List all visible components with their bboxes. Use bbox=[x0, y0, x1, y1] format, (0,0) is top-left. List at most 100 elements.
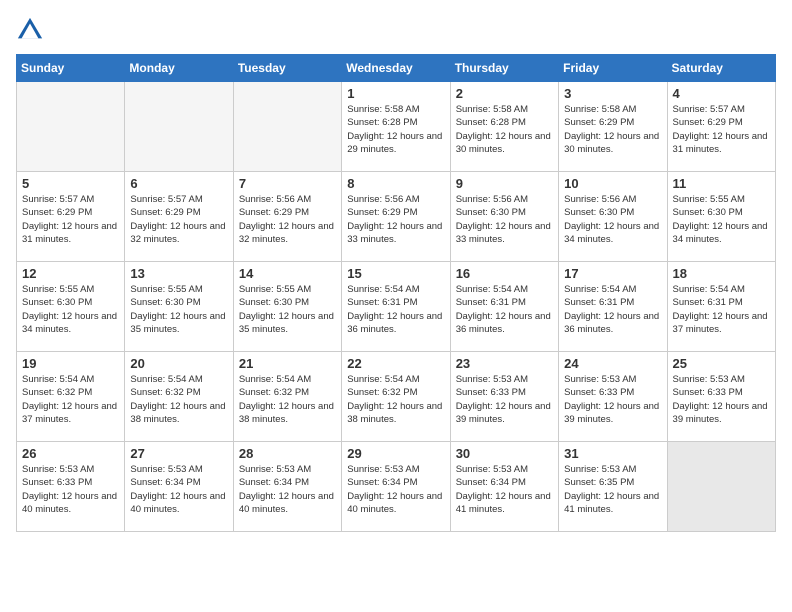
calendar-cell: 26 Sunrise: 5:53 AMSunset: 6:33 PMDayligh… bbox=[17, 442, 125, 532]
day-info: Sunrise: 5:53 AMSunset: 6:34 PMDaylight:… bbox=[130, 463, 227, 516]
day-number: 28 bbox=[239, 446, 336, 461]
day-info: Sunrise: 5:55 AMSunset: 6:30 PMDaylight:… bbox=[22, 283, 119, 336]
day-number: 29 bbox=[347, 446, 444, 461]
day-info: Sunrise: 5:58 AMSunset: 6:28 PMDaylight:… bbox=[456, 103, 553, 156]
calendar-cell bbox=[17, 82, 125, 172]
day-number: 24 bbox=[564, 356, 661, 371]
day-number: 22 bbox=[347, 356, 444, 371]
day-number: 20 bbox=[130, 356, 227, 371]
calendar-cell: 3 Sunrise: 5:58 AMSunset: 6:29 PMDaylight… bbox=[559, 82, 667, 172]
day-info: Sunrise: 5:54 AMSunset: 6:32 PMDaylight:… bbox=[130, 373, 227, 426]
day-number: 15 bbox=[347, 266, 444, 281]
day-number: 7 bbox=[239, 176, 336, 191]
calendar-cell: 20 Sunrise: 5:54 AMSunset: 6:32 PMDayligh… bbox=[125, 352, 233, 442]
calendar-header-row: SundayMondayTuesdayWednesdayThursdayFrid… bbox=[17, 55, 776, 82]
calendar-cell: 8 Sunrise: 5:56 AMSunset: 6:29 PMDaylight… bbox=[342, 172, 450, 262]
day-info: Sunrise: 5:53 AMSunset: 6:33 PMDaylight:… bbox=[22, 463, 119, 516]
weekday-header-wednesday: Wednesday bbox=[342, 55, 450, 82]
day-info: Sunrise: 5:54 AMSunset: 6:31 PMDaylight:… bbox=[673, 283, 770, 336]
calendar-cell: 2 Sunrise: 5:58 AMSunset: 6:28 PMDaylight… bbox=[450, 82, 558, 172]
day-info: Sunrise: 5:53 AMSunset: 6:33 PMDaylight:… bbox=[673, 373, 770, 426]
calendar-cell bbox=[667, 442, 775, 532]
calendar-cell: 19 Sunrise: 5:54 AMSunset: 6:32 PMDayligh… bbox=[17, 352, 125, 442]
calendar-cell: 23 Sunrise: 5:53 AMSunset: 6:33 PMDayligh… bbox=[450, 352, 558, 442]
logo bbox=[16, 16, 48, 44]
day-number: 6 bbox=[130, 176, 227, 191]
day-info: Sunrise: 5:53 AMSunset: 6:33 PMDaylight:… bbox=[564, 373, 661, 426]
day-number: 10 bbox=[564, 176, 661, 191]
page-header bbox=[16, 16, 776, 44]
day-info: Sunrise: 5:56 AMSunset: 6:30 PMDaylight:… bbox=[564, 193, 661, 246]
day-info: Sunrise: 5:56 AMSunset: 6:29 PMDaylight:… bbox=[347, 193, 444, 246]
day-info: Sunrise: 5:57 AMSunset: 6:29 PMDaylight:… bbox=[130, 193, 227, 246]
calendar-cell: 27Sunrise: 5:53 AMSunset: 6:34 PMDayligh… bbox=[125, 442, 233, 532]
calendar-cell: 31Sunrise: 5:53 AMSunset: 6:35 PMDayligh… bbox=[559, 442, 667, 532]
day-info: Sunrise: 5:54 AMSunset: 6:31 PMDaylight:… bbox=[564, 283, 661, 336]
day-info: Sunrise: 5:53 AMSunset: 6:34 PMDaylight:… bbox=[239, 463, 336, 516]
day-number: 1 bbox=[347, 86, 444, 101]
day-info: Sunrise: 5:54 AMSunset: 6:31 PMDaylight:… bbox=[347, 283, 444, 336]
calendar-cell: 5Sunrise: 5:57 AMSunset: 6:29 PMDaylight… bbox=[17, 172, 125, 262]
calendar-cell bbox=[125, 82, 233, 172]
day-info: Sunrise: 5:58 AMSunset: 6:29 PMDaylight:… bbox=[564, 103, 661, 156]
day-number: 3 bbox=[564, 86, 661, 101]
calendar-week-row: 1 Sunrise: 5:58 AMSunset: 6:28 PMDaylight… bbox=[17, 82, 776, 172]
day-info: Sunrise: 5:55 AMSunset: 6:30 PMDaylight:… bbox=[239, 283, 336, 336]
calendar-cell: 25 Sunrise: 5:53 AMSunset: 6:33 PMDayligh… bbox=[667, 352, 775, 442]
calendar-cell: 9Sunrise: 5:56 AMSunset: 6:30 PMDaylight… bbox=[450, 172, 558, 262]
calendar-cell: 29 Sunrise: 5:53 AMSunset: 6:34 PMDayligh… bbox=[342, 442, 450, 532]
day-number: 2 bbox=[456, 86, 553, 101]
day-info: Sunrise: 5:54 AMSunset: 6:32 PMDaylight:… bbox=[22, 373, 119, 426]
calendar-cell: 4 Sunrise: 5:57 AMSunset: 6:29 PMDaylight… bbox=[667, 82, 775, 172]
logo-icon bbox=[16, 16, 44, 44]
weekday-header-friday: Friday bbox=[559, 55, 667, 82]
day-number: 26 bbox=[22, 446, 119, 461]
calendar-week-row: 5 Sunrise: 5:57 AMSunset: 6:29 PMDaylight… bbox=[17, 172, 776, 262]
day-number: 16 bbox=[456, 266, 553, 281]
calendar-cell: 30 Sunrise: 5:53 AMSunset: 6:34 PMDayligh… bbox=[450, 442, 558, 532]
calendar-cell: 11Sunrise: 5:55 AMSunset: 6:30 PMDayligh… bbox=[667, 172, 775, 262]
calendar-cell: 21 Sunrise: 5:54 AMSunset: 6:32 PMDayligh… bbox=[233, 352, 341, 442]
day-info: Sunrise: 5:54 AMSunset: 6:32 PMDaylight:… bbox=[239, 373, 336, 426]
calendar-cell: 12Sunrise: 5:55 AMSunset: 6:30 PMDayligh… bbox=[17, 262, 125, 352]
calendar-cell: 17 Sunrise: 5:54 AMSunset: 6:31 PMDayligh… bbox=[559, 262, 667, 352]
weekday-header-thursday: Thursday bbox=[450, 55, 558, 82]
day-info: Sunrise: 5:53 AMSunset: 6:34 PMDaylight:… bbox=[347, 463, 444, 516]
day-info: Sunrise: 5:53 AMSunset: 6:33 PMDaylight:… bbox=[456, 373, 553, 426]
calendar-table: SundayMondayTuesdayWednesdayThursdayFrid… bbox=[16, 54, 776, 532]
weekday-header-sunday: Sunday bbox=[17, 55, 125, 82]
day-number: 13 bbox=[130, 266, 227, 281]
weekday-header-monday: Monday bbox=[125, 55, 233, 82]
day-number: 21 bbox=[239, 356, 336, 371]
day-number: 31 bbox=[564, 446, 661, 461]
calendar-cell: 24 Sunrise: 5:53 AMSunset: 6:33 PMDayligh… bbox=[559, 352, 667, 442]
day-info: Sunrise: 5:58 AMSunset: 6:28 PMDaylight:… bbox=[347, 103, 444, 156]
calendar-cell: 7Sunrise: 5:56 AMSunset: 6:29 PMDaylight… bbox=[233, 172, 341, 262]
day-number: 30 bbox=[456, 446, 553, 461]
day-number: 23 bbox=[456, 356, 553, 371]
day-info: Sunrise: 5:53 AMSunset: 6:34 PMDaylight:… bbox=[456, 463, 553, 516]
day-number: 19 bbox=[22, 356, 119, 371]
calendar-week-row: 12Sunrise: 5:55 AMSunset: 6:30 PMDayligh… bbox=[17, 262, 776, 352]
calendar-cell: 22 Sunrise: 5:54 AMSunset: 6:32 PMDayligh… bbox=[342, 352, 450, 442]
calendar-cell: 18 Sunrise: 5:54 AMSunset: 6:31 PMDayligh… bbox=[667, 262, 775, 352]
calendar-cell: 15 Sunrise: 5:54 AMSunset: 6:31 PMDayligh… bbox=[342, 262, 450, 352]
calendar-week-row: 26 Sunrise: 5:53 AMSunset: 6:33 PMDayligh… bbox=[17, 442, 776, 532]
calendar-cell: 14 Sunrise: 5:55 AMSunset: 6:30 PMDayligh… bbox=[233, 262, 341, 352]
day-info: Sunrise: 5:57 AMSunset: 6:29 PMDaylight:… bbox=[673, 103, 770, 156]
day-number: 18 bbox=[673, 266, 770, 281]
day-info: Sunrise: 5:56 AMSunset: 6:30 PMDaylight:… bbox=[456, 193, 553, 246]
day-number: 8 bbox=[347, 176, 444, 191]
day-number: 14 bbox=[239, 266, 336, 281]
day-info: Sunrise: 5:54 AMSunset: 6:32 PMDaylight:… bbox=[347, 373, 444, 426]
day-number: 17 bbox=[564, 266, 661, 281]
weekday-header-saturday: Saturday bbox=[667, 55, 775, 82]
day-info: Sunrise: 5:55 AMSunset: 6:30 PMDaylight:… bbox=[673, 193, 770, 246]
day-number: 25 bbox=[673, 356, 770, 371]
calendar-cell: 1 Sunrise: 5:58 AMSunset: 6:28 PMDaylight… bbox=[342, 82, 450, 172]
calendar-cell: 28 Sunrise: 5:53 AMSunset: 6:34 PMDayligh… bbox=[233, 442, 341, 532]
day-info: Sunrise: 5:55 AMSunset: 6:30 PMDaylight:… bbox=[130, 283, 227, 336]
day-number: 5 bbox=[22, 176, 119, 191]
calendar-cell: 10 Sunrise: 5:56 AMSunset: 6:30 PMDayligh… bbox=[559, 172, 667, 262]
day-number: 4 bbox=[673, 86, 770, 101]
